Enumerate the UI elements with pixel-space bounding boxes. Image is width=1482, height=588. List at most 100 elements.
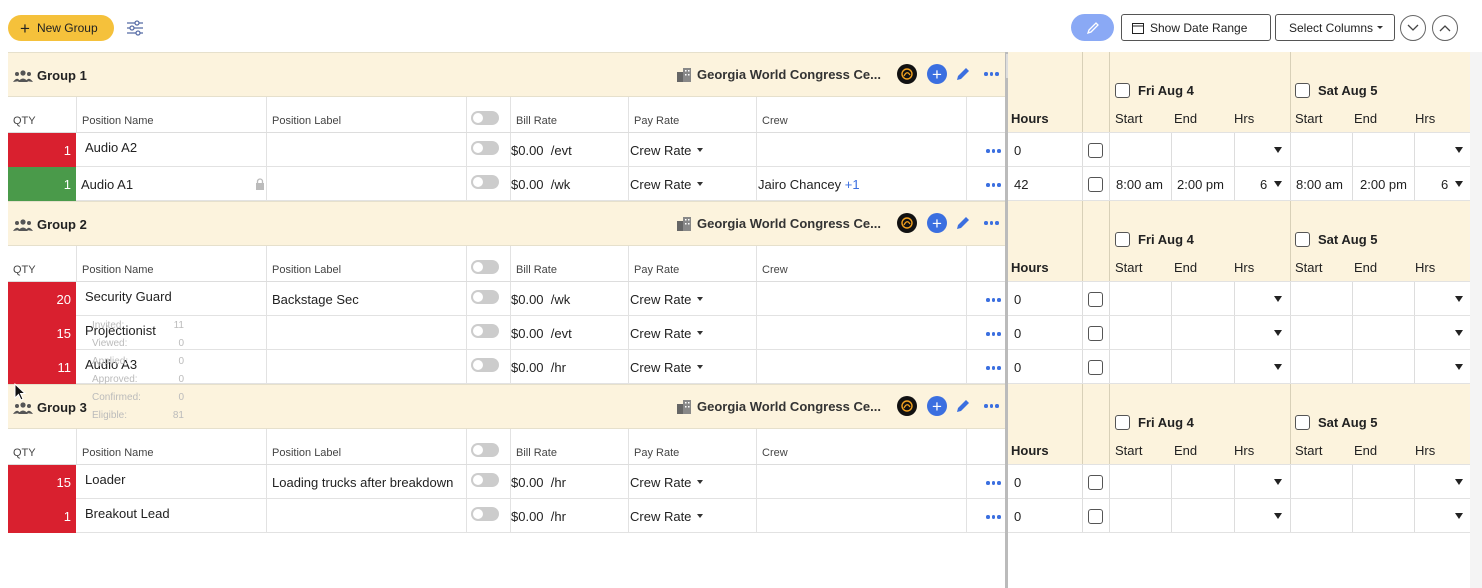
position-name[interactable]: Audio A1 bbox=[81, 167, 133, 201]
row-checkbox[interactable] bbox=[1088, 509, 1103, 524]
crew-cell[interactable]: Jairo Chancey +1 bbox=[758, 167, 860, 201]
expand-all-button[interactable] bbox=[1400, 15, 1426, 41]
qty-cell[interactable]: 15 bbox=[8, 465, 76, 499]
column-toggle[interactable] bbox=[471, 260, 499, 274]
hours-value[interactable]: 0 bbox=[1014, 326, 1021, 341]
filter-sliders-icon[interactable] bbox=[126, 20, 144, 36]
bill-amount[interactable]: $0.00 bbox=[511, 292, 544, 307]
edit-group-pencil-icon[interactable] bbox=[955, 215, 971, 231]
show-date-range-button[interactable]: Show Date Range bbox=[1121, 14, 1271, 41]
row-more-menu-icon[interactable] bbox=[986, 183, 1001, 187]
bill-unit[interactable]: /wk bbox=[551, 292, 571, 307]
checkbox[interactable] bbox=[1295, 232, 1310, 247]
day-header[interactable]: Fri Aug 4 bbox=[1115, 232, 1194, 247]
row-checkbox[interactable] bbox=[1088, 292, 1103, 307]
dropdown-arrow-icon[interactable] bbox=[1455, 147, 1463, 153]
bill-amount[interactable]: $0.00 bbox=[511, 509, 544, 524]
table-row[interactable]: 15 Loader Loading trucks after breakdown… bbox=[8, 465, 1005, 499]
group-more-menu-icon[interactable] bbox=[984, 72, 999, 76]
pay-rate-dropdown[interactable]: Crew Rate bbox=[630, 499, 704, 533]
hours-value[interactable]: 0 bbox=[1014, 360, 1021, 375]
dropdown-arrow-icon[interactable] bbox=[1274, 181, 1282, 187]
table-row[interactable]: 20 Security Guard Backstage Sec $0.00 /w… bbox=[8, 282, 1005, 316]
checkbox[interactable] bbox=[1295, 415, 1310, 430]
pay-rate-dropdown[interactable]: Crew Rate bbox=[630, 282, 704, 316]
bill-unit[interactable]: /evt bbox=[551, 143, 572, 158]
dropdown-arrow-icon[interactable] bbox=[1274, 296, 1282, 302]
table-row[interactable]: 1 Audio A1 $0.00 /wk Crew Rate Jairo Cha… bbox=[8, 167, 1005, 201]
qty-cell[interactable]: 15 bbox=[8, 316, 76, 350]
fri-start[interactable]: 8:00 am bbox=[1116, 177, 1163, 192]
dropdown-arrow-icon[interactable] bbox=[1455, 479, 1463, 485]
row-more-menu-icon[interactable] bbox=[986, 298, 1001, 302]
position-name[interactable]: Security Guard bbox=[85, 279, 172, 313]
dropdown-arrow-icon[interactable] bbox=[1455, 181, 1463, 187]
row-toggle[interactable] bbox=[471, 141, 499, 155]
row-more-menu-icon[interactable] bbox=[986, 481, 1001, 485]
group-more-menu-icon[interactable] bbox=[984, 221, 999, 225]
sat-end[interactable]: 2:00 pm bbox=[1360, 177, 1407, 192]
bill-amount[interactable]: $0.00 bbox=[511, 143, 544, 158]
dropdown-arrow-icon[interactable] bbox=[1455, 330, 1463, 336]
position-label[interactable]: Backstage Sec bbox=[272, 282, 359, 316]
checkbox[interactable] bbox=[1295, 83, 1310, 98]
column-toggle[interactable] bbox=[471, 111, 499, 125]
pay-rate-dropdown[interactable]: Crew Rate bbox=[630, 133, 704, 167]
crew-more-badge[interactable]: +1 bbox=[845, 177, 860, 192]
dropdown-arrow-icon[interactable] bbox=[1274, 479, 1282, 485]
qty-cell[interactable]: 20 bbox=[8, 282, 76, 316]
row-more-menu-icon[interactable] bbox=[986, 366, 1001, 370]
add-position-button[interactable]: + bbox=[927, 213, 947, 233]
row-more-menu-icon[interactable] bbox=[986, 515, 1001, 519]
group-title[interactable]: Group 1 bbox=[13, 68, 87, 83]
day-header[interactable]: Sat Aug 5 bbox=[1295, 83, 1377, 98]
dropdown-arrow-icon[interactable] bbox=[1455, 513, 1463, 519]
bill-unit[interactable]: /hr bbox=[551, 360, 566, 375]
edit-group-pencil-icon[interactable] bbox=[955, 398, 971, 414]
bill-unit[interactable]: /hr bbox=[551, 475, 566, 490]
select-columns-dropdown[interactable]: Select Columns bbox=[1275, 14, 1395, 41]
checkbox[interactable] bbox=[1115, 415, 1130, 430]
dropdown-arrow-icon[interactable] bbox=[1274, 513, 1282, 519]
dropdown-arrow-icon[interactable] bbox=[1455, 364, 1463, 370]
day-header[interactable]: Fri Aug 4 bbox=[1115, 415, 1194, 430]
checkbox[interactable] bbox=[1115, 232, 1130, 247]
dropdown-arrow-icon[interactable] bbox=[1274, 147, 1282, 153]
hours-value[interactable]: 0 bbox=[1014, 475, 1021, 490]
pay-rate-dropdown[interactable]: Crew Rate bbox=[630, 350, 704, 384]
pay-rate-dropdown[interactable]: Crew Rate bbox=[630, 316, 704, 350]
edit-group-pencil-icon[interactable] bbox=[955, 66, 971, 82]
qty-cell[interactable]: 1 bbox=[8, 167, 76, 201]
row-toggle[interactable] bbox=[471, 358, 499, 372]
day-header[interactable]: Sat Aug 5 bbox=[1295, 232, 1377, 247]
day-header[interactable]: Sat Aug 5 bbox=[1295, 415, 1377, 430]
bill-amount[interactable]: $0.00 bbox=[511, 177, 544, 192]
pay-rate-dropdown[interactable]: Crew Rate bbox=[630, 465, 704, 499]
bill-amount[interactable]: $0.00 bbox=[511, 360, 544, 375]
column-toggle[interactable] bbox=[471, 443, 499, 457]
group-more-menu-icon[interactable] bbox=[984, 404, 999, 408]
position-name[interactable]: Loader bbox=[85, 462, 125, 496]
bill-unit[interactable]: /wk bbox=[551, 177, 571, 192]
row-checkbox[interactable] bbox=[1088, 143, 1103, 158]
qty-cell[interactable]: 1 bbox=[8, 499, 76, 533]
row-toggle[interactable] bbox=[471, 507, 499, 521]
row-toggle[interactable] bbox=[471, 175, 499, 189]
row-toggle[interactable] bbox=[471, 290, 499, 304]
new-group-button[interactable]: + New Group bbox=[8, 15, 114, 41]
edit-mode-button[interactable] bbox=[1071, 14, 1114, 41]
bill-amount[interactable]: $0.00 bbox=[511, 475, 544, 490]
table-row[interactable]: 1 Audio A2 $0.00 /evt Crew Rate bbox=[8, 133, 1005, 167]
row-checkbox[interactable] bbox=[1088, 326, 1103, 341]
group-title[interactable]: Group 2 bbox=[13, 217, 87, 232]
pay-rate-dropdown[interactable]: Crew Rate bbox=[630, 167, 704, 201]
row-toggle[interactable] bbox=[471, 324, 499, 338]
qty-cell[interactable]: 11 bbox=[8, 350, 76, 384]
bill-amount[interactable]: $0.00 bbox=[511, 326, 544, 341]
checkbox[interactable] bbox=[1115, 83, 1130, 98]
position-name[interactable]: Audio A2 bbox=[85, 130, 137, 164]
crew-name[interactable]: Jairo Chancey bbox=[758, 177, 841, 192]
row-more-menu-icon[interactable] bbox=[986, 149, 1001, 153]
collapse-all-button[interactable] bbox=[1432, 15, 1458, 41]
dropdown-arrow-icon[interactable] bbox=[1274, 364, 1282, 370]
